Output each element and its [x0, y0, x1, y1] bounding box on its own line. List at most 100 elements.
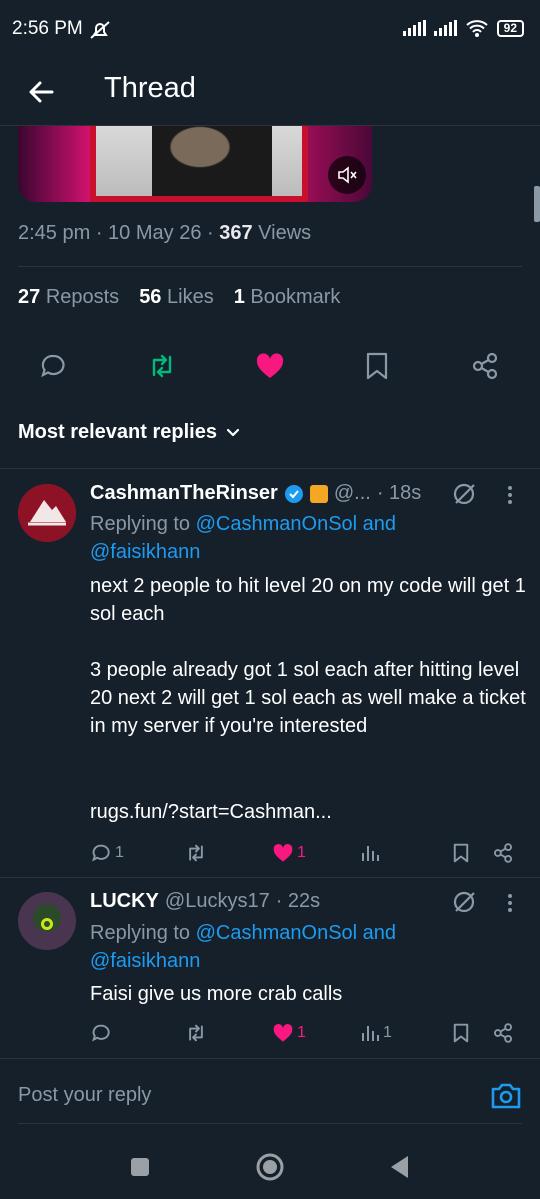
reply-author-handle: @Luckys17	[164, 890, 270, 912]
share-icon	[472, 352, 498, 380]
more-options-button[interactable]	[498, 480, 522, 510]
views-button[interactable]: 1	[360, 1018, 392, 1048]
heart-filled-icon	[256, 353, 284, 378]
signal-icon-2	[433, 20, 457, 36]
reply-author-name[interactable]: CashmanTheRinser	[90, 482, 278, 505]
share-button[interactable]	[492, 838, 514, 868]
reply-author-name[interactable]: LUCKY	[90, 890, 159, 913]
share-icon	[493, 1023, 513, 1043]
divider	[18, 1123, 522, 1124]
reply-author-handle: @...	[333, 482, 371, 504]
system-nav-bar	[0, 1135, 540, 1199]
grok-icon[interactable]	[450, 480, 478, 508]
replying-to-link[interactable]: @CashmanOnSol and	[196, 513, 396, 535]
bookmark-button[interactable]	[452, 838, 470, 868]
repost-icon	[189, 844, 203, 862]
analytics-icon	[362, 1026, 379, 1041]
triangle-back-icon	[391, 1156, 408, 1178]
divider	[18, 266, 522, 267]
recents-button[interactable]	[122, 1149, 158, 1185]
mute-button[interactable]	[328, 156, 366, 194]
bookmarks-stat[interactable]: 1 Bookmark	[234, 286, 341, 309]
share-button[interactable]	[492, 1018, 514, 1048]
bookmark-button[interactable]	[452, 1018, 470, 1048]
more-vertical-icon	[508, 486, 512, 504]
battery-indicator: 92	[496, 19, 524, 37]
reply-item[interactable]: LUCKY @Luckys17 · 22s Replying to @Cashm…	[0, 878, 540, 1058]
camera-icon	[491, 1083, 521, 1109]
square-icon	[131, 1158, 149, 1176]
reply-item[interactable]: CashmanTheRinser @... · 18s Replying to …	[0, 468, 540, 877]
back-nav-button[interactable]	[382, 1149, 418, 1185]
replying-to-link[interactable]: @faisikhann	[90, 541, 200, 563]
grok-icon[interactable]	[450, 888, 478, 916]
tweet-timestamp: 2:45 pm · 10 May 26 · 367 Views	[18, 222, 312, 244]
back-button[interactable]	[22, 72, 62, 112]
thread-header: Thread	[0, 60, 540, 126]
repost-icon	[152, 354, 172, 378]
more-vertical-icon	[508, 894, 512, 912]
like-button[interactable]: 1	[272, 838, 306, 868]
reply-button[interactable]: 1	[90, 838, 124, 868]
camera-button[interactable]	[488, 1078, 524, 1114]
page-title: Thread	[104, 72, 196, 104]
avatar-logo	[18, 484, 76, 542]
scrollbar[interactable]	[534, 186, 540, 222]
like-button[interactable]	[248, 344, 292, 388]
replies-sort-dropdown[interactable]: Most relevant replies	[18, 421, 241, 444]
reply-button[interactable]	[90, 1018, 112, 1048]
replying-to: Replying to @CashmanOnSol and @faisikhan…	[90, 922, 397, 972]
divider	[0, 1058, 540, 1059]
replying-to: Replying to @CashmanOnSol and @faisikhan…	[90, 513, 397, 563]
circle-icon	[256, 1153, 284, 1181]
reply-icon	[92, 1024, 110, 1042]
avatar[interactable]	[18, 892, 76, 950]
views-count: 367	[219, 222, 253, 244]
wifi-icon	[465, 20, 488, 37]
reply-button[interactable]	[31, 344, 75, 388]
home-button[interactable]	[252, 1149, 288, 1185]
tweet-stats: 27 Reposts 56 Likes 1 Bookmark	[18, 286, 340, 309]
reply-text: next 2 people to hit level 20 on my code…	[90, 575, 526, 737]
reposts-stat[interactable]: 27 Reposts	[18, 286, 119, 309]
likes-stat[interactable]: 56 Likes	[139, 286, 214, 309]
heart-filled-icon	[273, 1024, 293, 1042]
status-time: 2:56 PM	[12, 18, 83, 39]
share-button[interactable]	[463, 344, 507, 388]
bookmark-icon	[366, 352, 388, 380]
more-options-button[interactable]	[498, 888, 522, 918]
status-icons: 92	[402, 18, 524, 38]
repost-button[interactable]	[184, 1018, 208, 1048]
reply-link[interactable]: rugs.fun/?start=Cashman...	[90, 798, 530, 826]
replying-to-link[interactable]: @faisikhann	[90, 950, 200, 972]
silent-mode-icon	[88, 18, 112, 47]
avatar[interactable]	[18, 484, 76, 542]
signal-icon	[402, 20, 426, 36]
volume-muted-icon	[338, 166, 357, 184]
share-icon	[493, 843, 513, 863]
arrow-left-icon	[29, 81, 54, 103]
bookmark-icon	[453, 843, 469, 863]
tweet-video[interactable]	[18, 126, 372, 202]
chevron-down-icon	[226, 428, 240, 436]
like-button[interactable]: 1	[272, 1018, 306, 1048]
repost-button[interactable]	[184, 838, 208, 868]
reply-time: · 22s	[275, 890, 321, 912]
replying-to-link[interactable]: @CashmanOnSol and	[196, 922, 396, 944]
views-button[interactable]	[360, 838, 380, 868]
heart-filled-icon	[273, 844, 293, 862]
repost-icon	[189, 1024, 203, 1042]
reply-text: Faisi give us more crab calls	[90, 983, 343, 1005]
reply-time: · 18s	[376, 482, 422, 504]
bookmark-button[interactable]	[355, 344, 399, 388]
reply-input[interactable]: Post your reply	[18, 1084, 151, 1107]
status-bar: 2:56 PM 92	[0, 0, 540, 60]
tweet-actions	[0, 344, 540, 388]
repost-button[interactable]	[140, 344, 184, 388]
affiliate-badge-icon	[309, 484, 328, 503]
verified-badge-icon	[284, 484, 303, 503]
reply-icon	[41, 354, 65, 378]
analytics-icon	[362, 846, 379, 861]
bookmark-icon	[453, 1023, 469, 1043]
avatar-image	[18, 892, 76, 950]
